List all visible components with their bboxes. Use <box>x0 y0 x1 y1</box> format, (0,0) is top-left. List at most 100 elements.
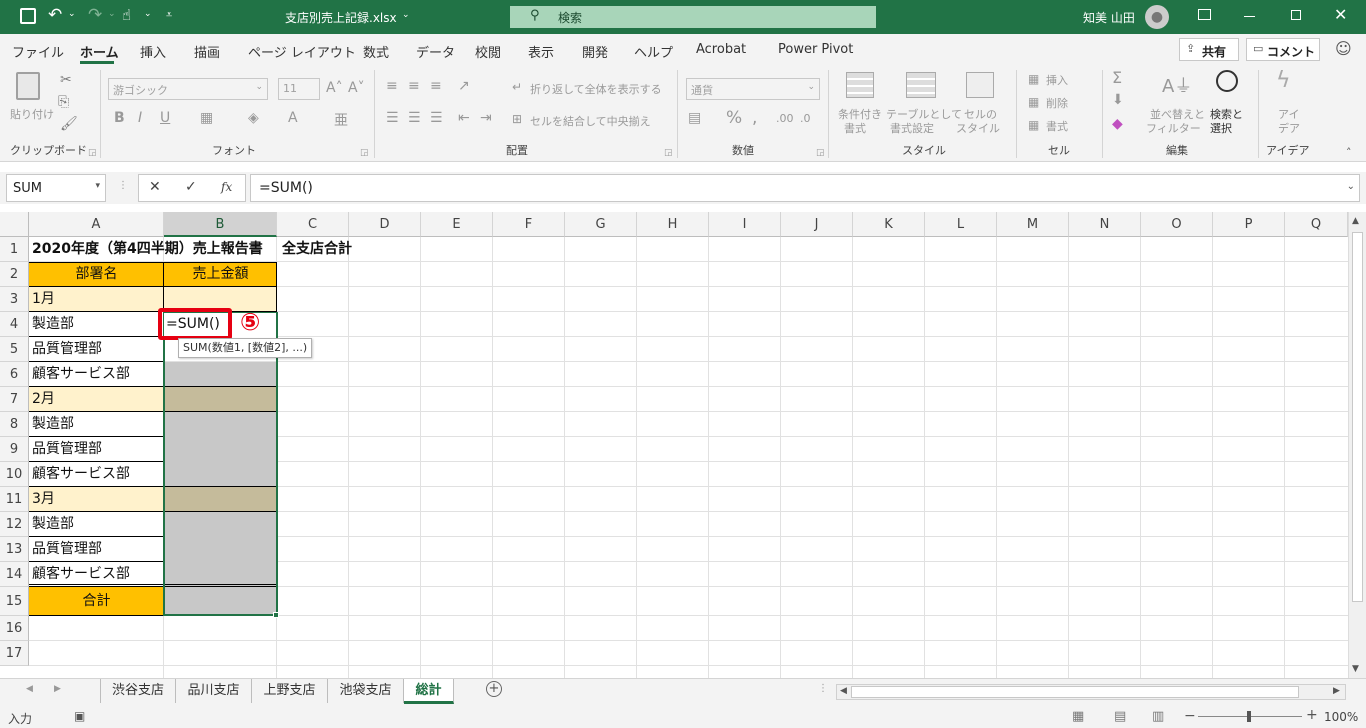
sheet-prev-icon[interactable]: ◀ <box>26 684 33 694</box>
zoom-slider-thumb[interactable] <box>1247 711 1251 722</box>
horizontal-scrollbar[interactable]: ◀ ▶ <box>836 684 1346 700</box>
cell-c1[interactable]: 全支店合計 <box>279 237 352 262</box>
row-header-12[interactable]: 12 <box>0 512 29 537</box>
scroll-left-icon[interactable]: ◀ <box>840 686 847 696</box>
sheet-bar-grip-icon[interactable]: ⋮ <box>818 683 828 694</box>
align-bottom-icon[interactable]: ≡ <box>430 78 442 94</box>
cell-styles-line2[interactable]: スタイル <box>956 120 1000 136</box>
currency-icon[interactable]: ▤ <box>688 110 701 126</box>
collapse-ribbon-icon[interactable]: ˄ <box>1346 146 1352 159</box>
merge-center-button[interactable]: セルを結合して中央揃え <box>530 113 651 129</box>
row-header-9[interactable]: 9 <box>0 437 29 462</box>
normal-view-icon[interactable]: ▦ <box>1072 709 1084 724</box>
tab-draw[interactable]: 描画 <box>194 42 220 61</box>
paste-button[interactable]: 貼り付け <box>10 106 54 122</box>
worksheet-grid[interactable]: A B C D E F G H I J K L M N O P Q 1 2 3 … <box>0 212 1348 678</box>
row-header-11[interactable]: 11 <box>0 487 29 512</box>
tab-data[interactable]: データ <box>416 42 455 61</box>
tab-file[interactable]: ファイル <box>12 42 64 61</box>
ribbon-display-icon[interactable] <box>1198 9 1211 20</box>
alignment-launcher-icon[interactable]: ◲ <box>664 148 673 158</box>
decrease-decimal-icon[interactable]: .0 <box>800 112 811 125</box>
row-header-16[interactable]: 16 <box>0 616 29 641</box>
decrease-font-icon[interactable]: A˅ <box>348 80 365 96</box>
redo-icon[interactable]: ↷ <box>88 5 102 25</box>
cell-b2[interactable]: 売上金額 <box>164 262 277 287</box>
insert-cells-button[interactable]: 挿入 <box>1046 72 1068 88</box>
cell-a5[interactable]: 品質管理部 <box>29 337 102 362</box>
tab-insert[interactable]: 挿入 <box>140 42 166 61</box>
format-as-table-line2[interactable]: 書式設定 <box>890 120 934 136</box>
borders-icon[interactable]: ▦ <box>200 110 213 126</box>
sheet-tab-shibuya[interactable]: 渋谷支店 <box>101 679 176 703</box>
enter-icon[interactable]: ✓ <box>185 179 197 195</box>
expand-formula-icon[interactable]: ⌄ <box>1347 181 1355 192</box>
cell-a9[interactable]: 品質管理部 <box>29 437 102 462</box>
minimize-icon[interactable] <box>1244 16 1255 17</box>
font-color-icon[interactable]: A <box>288 110 298 126</box>
horizontal-scroll-thumb[interactable] <box>851 686 1299 698</box>
row-header-1[interactable]: 1 <box>0 237 29 262</box>
save-icon[interactable] <box>20 8 36 24</box>
tab-acrobat[interactable]: Acrobat <box>696 42 746 57</box>
bold-icon[interactable]: B <box>114 110 125 126</box>
sheet-tab-total[interactable]: 総計 <box>404 679 454 704</box>
share-button[interactable]: ⇪ 共有 <box>1179 38 1239 61</box>
col-header-e[interactable]: E <box>421 212 493 237</box>
tab-page-layout[interactable]: ページ レイアウト <box>248 42 356 61</box>
touch-mode-icon[interactable]: ☝ <box>122 6 131 24</box>
user-name[interactable]: 知美 山田 <box>1083 9 1135 26</box>
cell-a11[interactable]: 3月 <box>29 487 55 512</box>
search-box[interactable]: ⚲ 検索 <box>510 6 876 28</box>
col-header-n[interactable]: N <box>1069 212 1141 237</box>
insert-function-icon[interactable]: fx <box>221 180 232 194</box>
row-header-15[interactable]: 15 <box>0 587 29 616</box>
font-size-box[interactable]: 11 <box>278 78 320 100</box>
wrap-text-button[interactable]: 折り返して全体を表示する <box>530 81 662 97</box>
number-launcher-icon[interactable]: ◲ <box>816 148 825 158</box>
fill-color-icon[interactable]: ◈ <box>248 110 259 126</box>
touch-dropdown-icon[interactable]: ⌄ <box>144 9 152 19</box>
row-header-2[interactable]: 2 <box>0 262 29 287</box>
increase-font-icon[interactable]: A˄ <box>326 80 343 96</box>
cell-a6[interactable]: 顧客サービス部 <box>29 362 130 387</box>
row-header-6[interactable]: 6 <box>0 362 29 387</box>
row-header-3[interactable]: 3 <box>0 287 29 312</box>
tab-view[interactable]: 表示 <box>528 42 554 61</box>
row-header-13[interactable]: 13 <box>0 537 29 562</box>
page-break-view-icon[interactable]: ▥ <box>1152 709 1164 724</box>
align-right-icon[interactable]: ☰ <box>430 110 443 126</box>
delete-cells-button[interactable]: 削除 <box>1046 95 1068 111</box>
page-layout-view-icon[interactable]: ▤ <box>1114 709 1126 724</box>
tab-formulas[interactable]: 数式 <box>363 42 389 61</box>
align-top-icon[interactable]: ≡ <box>386 78 398 94</box>
tab-power-pivot[interactable]: Power Pivot <box>778 42 853 57</box>
vertical-scroll-thumb[interactable] <box>1352 232 1363 602</box>
zoom-in-icon[interactable]: + <box>1306 707 1318 723</box>
scroll-down-icon[interactable]: ▼ <box>1352 664 1359 674</box>
close-icon[interactable]: ✕ <box>1334 5 1347 24</box>
number-format-box[interactable]: 通貨 ⌄ <box>686 78 820 100</box>
phonetic-icon[interactable]: 亜 <box>334 110 348 130</box>
tab-help[interactable]: ヘルプ <box>634 42 673 61</box>
sheet-tab-ikebukuro[interactable]: 池袋支店 <box>328 679 404 703</box>
format-cells-button[interactable]: 書式 <box>1046 118 1068 134</box>
sheet-tab-shinagawa[interactable]: 品川支店 <box>176 679 252 703</box>
select-all-corner[interactable] <box>0 212 29 237</box>
avatar[interactable]: ● <box>1145 5 1169 29</box>
format-painter-icon[interactable]: 🖌 <box>60 116 78 132</box>
cell-a8[interactable]: 製造部 <box>29 412 74 437</box>
vertical-scrollbar[interactable]: ▲ ▼ <box>1348 212 1366 678</box>
restore-icon[interactable] <box>1291 10 1301 20</box>
col-header-k[interactable]: K <box>853 212 925 237</box>
row-header-4[interactable]: 4 <box>0 312 29 337</box>
autosum-icon[interactable]: Σ <box>1112 68 1122 87</box>
cut-icon[interactable]: ✂ <box>60 72 72 88</box>
scroll-up-icon[interactable]: ▲ <box>1352 216 1359 226</box>
zoom-level[interactable]: 100% <box>1324 710 1358 724</box>
cell-a2[interactable]: 部署名 <box>29 262 164 287</box>
tab-developer[interactable]: 開発 <box>582 42 608 61</box>
cell-a14[interactable]: 顧客サービス部 <box>29 562 130 587</box>
col-header-j[interactable]: J <box>781 212 853 237</box>
col-header-q[interactable]: Q <box>1285 212 1348 237</box>
